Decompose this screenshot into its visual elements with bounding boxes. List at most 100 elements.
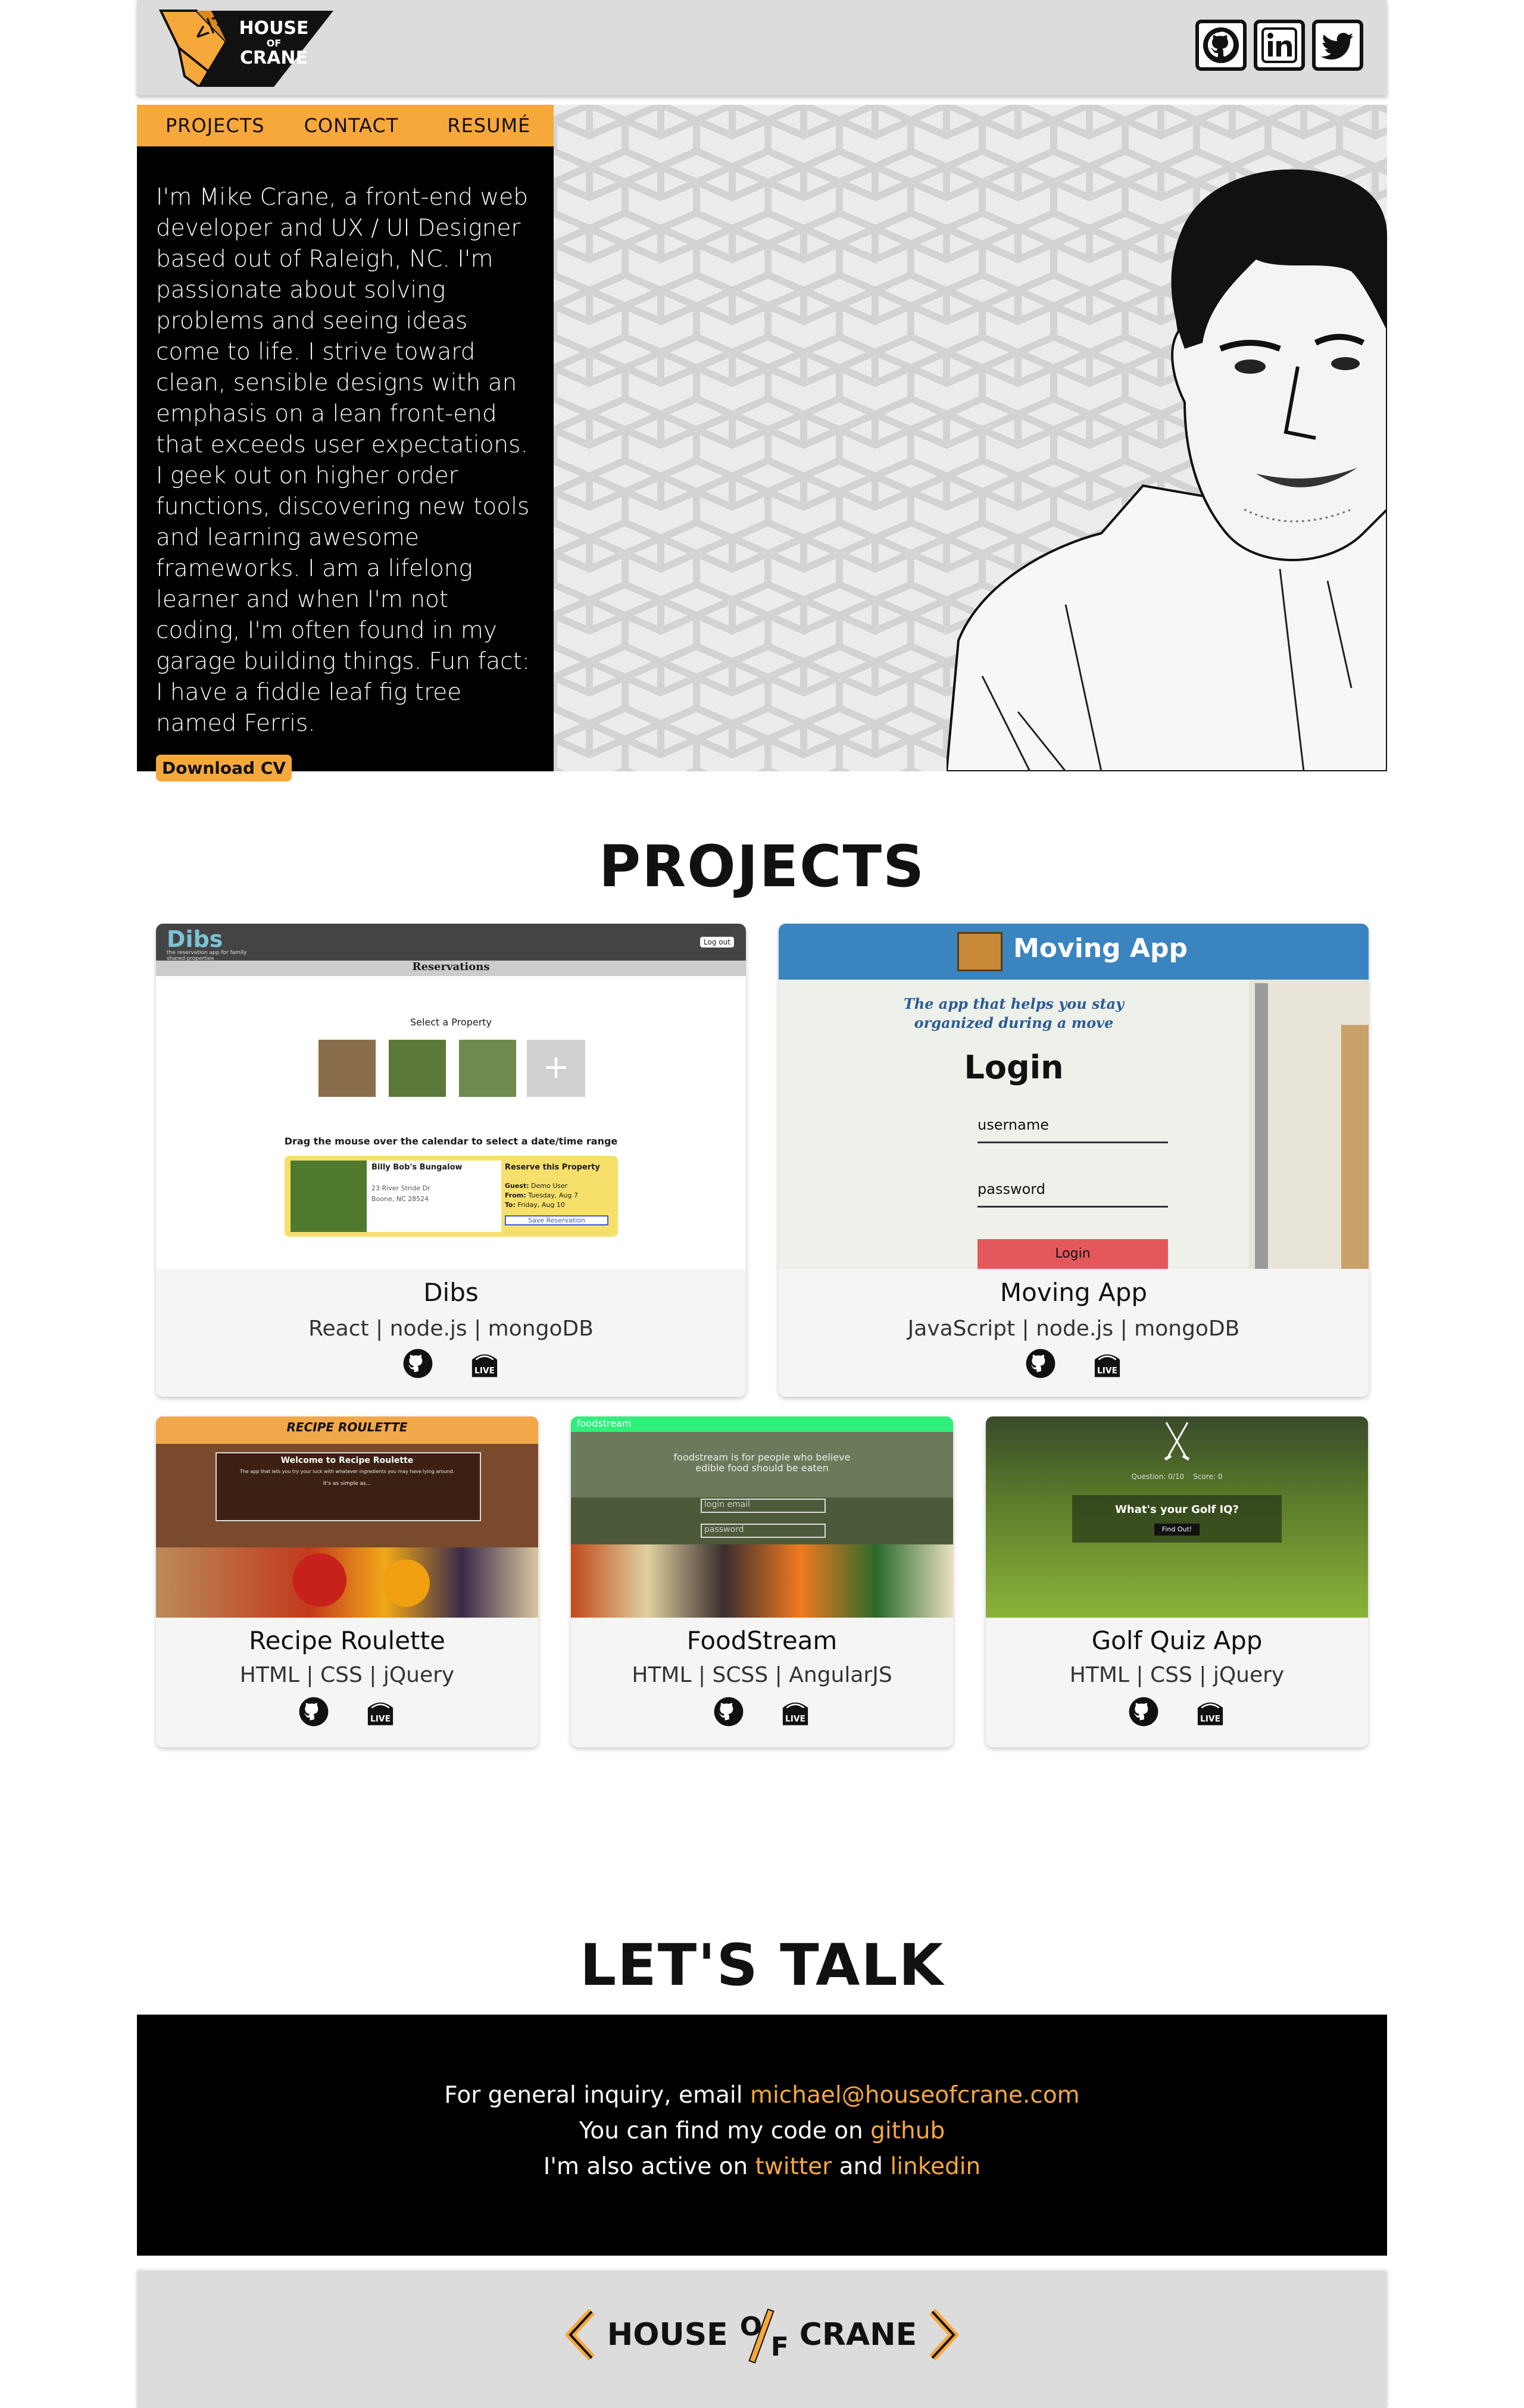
site-footer: HOUSE O F CRANE: [137, 2272, 1387, 2408]
foodstream-screenshot: foodstream foodstream is for people who …: [571, 1416, 953, 1618]
linkedin-icon: [1261, 27, 1297, 63]
project-card-dibs[interactable]: Dibs the reservation app for family shar…: [156, 924, 746, 1397]
contact-email-line: For general inquiry, email michael@house…: [137, 2082, 1387, 2109]
moving-password-label: password: [978, 1181, 1045, 1197]
contact-social-prefix: I'm also active on: [543, 2153, 755, 2180]
footer-logo[interactable]: HOUSE O F CRANE: [137, 2308, 1387, 2364]
live-demo-icon: LIVE: [471, 1354, 497, 1377]
projects-title: PROJECTS: [598, 833, 926, 900]
contact-github-prefix: You can find my code on: [579, 2118, 871, 2144]
github-icon: [1203, 27, 1239, 63]
golf-score-label: Score:: [1193, 1472, 1216, 1481]
live-link[interactable]: LIVE: [1092, 1348, 1123, 1381]
live-link[interactable]: LIVE: [780, 1696, 811, 1730]
right-chevron-icon: [929, 2309, 959, 2361]
moving-app-screenshot: Moving App The app that helps you stay o…: [779, 924, 1369, 1269]
recipe-welcome: Welcome to Recipe Roulette: [280, 1456, 414, 1465]
contact-email-prefix: For general inquiry, email: [444, 2082, 750, 2109]
repo-link[interactable]: [1025, 1348, 1056, 1381]
moving-tagline-2: organized during a move: [914, 1014, 1114, 1031]
live-label: LIVE: [1097, 1366, 1117, 1375]
recipe-blurb: The app that lets you try your luck with…: [239, 1469, 455, 1474]
foodstream-blurb: foodstream is for people who believe edi…: [673, 1452, 851, 1474]
project-links: LIVE: [779, 1348, 1369, 1381]
project-name: Golf Quiz App: [1091, 1626, 1263, 1655]
portrait-illustration: [947, 169, 1387, 771]
contact-github-line: You can find my code on github: [137, 2118, 1387, 2144]
moving-login-title: Login: [964, 1049, 1064, 1086]
contact-social-line: I'm also active on twitter and linkedin: [137, 2153, 1387, 2180]
moving-username-label: username: [978, 1117, 1049, 1133]
email-link[interactable]: michael@houseofcrane.com: [750, 2082, 1080, 2109]
project-links: LIVE: [986, 1696, 1368, 1730]
dibs-from-label: From:: [505, 1192, 526, 1199]
dibs-to-label: To:: [505, 1201, 516, 1209]
project-tech: HTML | CSS | jQuery: [1069, 1663, 1285, 1687]
live-link[interactable]: LIVE: [1195, 1696, 1226, 1730]
golf-score-value: 0: [1217, 1472, 1223, 1481]
github-icon: [299, 1697, 329, 1727]
dibs-address-1: 23 River Stride Dr: [371, 1184, 430, 1192]
recipe-simple: It's as simple as...: [323, 1481, 371, 1487]
project-card-recipe-roulette[interactable]: RECIPE ROULETTE Welcome to Recipe Roulet…: [156, 1416, 538, 1747]
moving-app-title: Moving App: [1013, 933, 1188, 964]
house-of-crane-logo[interactable]: </> HOUSE OF CRANE: [155, 4, 339, 89]
golf-find-out-button: Find Out!: [1154, 1524, 1200, 1536]
project-tech: JavaScript | node.js | mongoDB: [907, 1316, 1240, 1341]
foodstream-email-field: login email: [701, 1499, 826, 1513]
dibs-guest: Demo User: [531, 1182, 568, 1190]
twitter-link[interactable]: [1312, 20, 1363, 71]
dibs-drag-instruction: Drag the mouse over the calendar to sele…: [284, 1136, 618, 1147]
project-tech: React | node.js | mongoDB: [308, 1316, 594, 1341]
live-label: LIVE: [785, 1714, 805, 1724]
linkedin-link[interactable]: [1254, 20, 1305, 71]
footer-of-mark: O F: [740, 2308, 789, 2364]
nav-contact[interactable]: CONTACT: [304, 114, 399, 137]
foodstream-password-field: password: [701, 1524, 826, 1538]
intro-panel: I'm Mike Crane, a front-end web develope…: [137, 146, 554, 781]
lets-talk-title: LET'S TALK: [579, 1932, 945, 1999]
dibs-from: Tuesday, Aug 7: [528, 1192, 578, 1199]
live-link[interactable]: LIVE: [469, 1348, 500, 1381]
live-demo-icon: LIVE: [1197, 1702, 1223, 1725]
footer-word-house: HOUSE: [607, 2317, 728, 2353]
project-card-foodstream[interactable]: foodstream foodstream is for people who …: [571, 1416, 953, 1747]
repo-link[interactable]: [713, 1696, 744, 1730]
dibs-guest-label: Guest:: [505, 1182, 529, 1190]
project-links: LIVE: [156, 1696, 538, 1730]
foodstream-brand: foodstream: [577, 1418, 632, 1429]
project-name: Recipe Roulette: [249, 1626, 445, 1655]
project-name: FoodStream: [686, 1626, 838, 1655]
download-cv-button[interactable]: Download CV: [156, 755, 292, 781]
dibs-logout: Log out: [700, 937, 734, 947]
box-icon: [957, 932, 1003, 971]
footer-f: F: [770, 2332, 789, 2362]
project-card-golf-quiz[interactable]: Question: 0/10 Score: 0 What's your Golf…: [986, 1416, 1368, 1747]
project-name: Dibs: [423, 1278, 479, 1307]
project-card-moving-app[interactable]: Moving App The app that helps you stay o…: [779, 924, 1369, 1397]
twitter-text-link[interactable]: twitter: [755, 2153, 832, 2180]
twitter-icon: [1321, 33, 1353, 60]
linkedin-text-link[interactable]: linkedin: [890, 2153, 980, 2180]
dibs-property-name: Billy Bob's Bungalow: [371, 1163, 463, 1172]
recipe-roulette-screenshot: RECIPE ROULETTE Welcome to Recipe Roulet…: [156, 1416, 538, 1618]
repo-link[interactable]: [402, 1348, 433, 1381]
main-nav: PROJECTS CONTACT RESUMÉ: [137, 105, 554, 146]
project-tech: HTML | SCSS | AngularJS: [632, 1663, 892, 1687]
contact-panel: For general inquiry, email michael@house…: [137, 2015, 1387, 2256]
golf-clubs-icon: [1164, 1422, 1190, 1461]
nav-projects[interactable]: PROJECTS: [165, 114, 265, 137]
github-text-link[interactable]: github: [870, 2118, 945, 2144]
dibs-screenshot: Dibs the reservation app for family shar…: [156, 924, 746, 1269]
nav-resume[interactable]: RESUMÉ: [447, 114, 530, 137]
github-link[interactable]: [1195, 20, 1247, 71]
logo-wordmark: HOUSE OF CRANE: [238, 19, 310, 68]
repo-link[interactable]: [1128, 1696, 1159, 1730]
logo-word-crane: CRANE: [240, 48, 308, 68]
golf-question-label: Question:: [1131, 1472, 1166, 1481]
repo-link[interactable]: [298, 1696, 329, 1730]
intro-text: I'm Mike Crane, a front-end web develope…: [156, 184, 530, 737]
recipe-logo: RECIPE ROULETTE: [286, 1420, 408, 1434]
live-link[interactable]: LIVE: [365, 1696, 396, 1730]
dibs-reserve-title: Reserve this Property: [505, 1163, 600, 1172]
